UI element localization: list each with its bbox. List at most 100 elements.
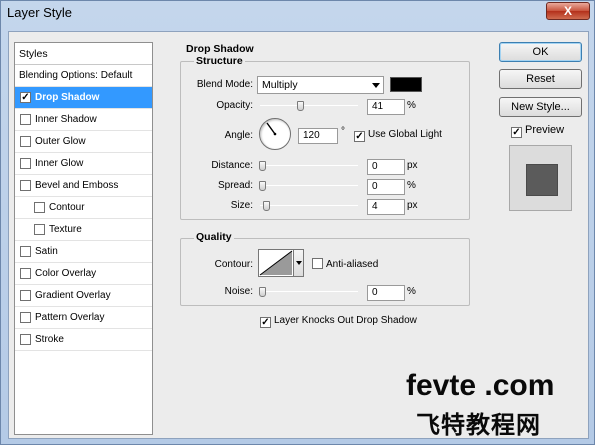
preview-check[interactable]: ✓ <box>511 127 522 138</box>
reset-button[interactable]: Reset <box>499 69 582 89</box>
styles-items: Blending Options: Default ✓ Drop Shadow Inn… <box>15 65 152 351</box>
style-item[interactable]: Color Overlay <box>15 263 152 285</box>
style-item-label: Satin <box>35 246 58 257</box>
global-light-checkbox[interactable]: ✓ Use Global Light <box>354 129 442 142</box>
style-checkbox[interactable] <box>20 290 31 301</box>
spread-slider-thumb[interactable] <box>259 181 266 191</box>
watermark-logo: fevte .com <box>406 369 555 402</box>
watermark-text: 飞特教程网 <box>416 412 541 439</box>
shadow-color-swatch[interactable] <box>390 77 422 92</box>
style-item-label: Inner Shadow <box>35 114 97 125</box>
distance-slider-track[interactable] <box>260 165 358 166</box>
close-button[interactable]: X <box>546 2 590 20</box>
global-light-check[interactable]: ✓ <box>354 131 365 142</box>
preview-square <box>526 164 558 196</box>
style-item[interactable]: Inner Shadow <box>15 109 152 131</box>
size-unit: px <box>407 200 418 211</box>
window-title: Layer Style <box>7 5 73 20</box>
style-item[interactable]: Pattern Overlay <box>15 307 152 329</box>
style-item[interactable]: Blending Options: Default <box>15 65 152 87</box>
style-checkbox[interactable]: ✓ <box>20 92 31 103</box>
style-checkbox[interactable] <box>34 202 45 213</box>
style-item[interactable]: Stroke <box>15 329 152 351</box>
style-item-label: Bevel and Emboss <box>35 180 119 191</box>
style-item[interactable]: Gradient Overlay <box>15 285 152 307</box>
contour-curve-icon <box>259 250 293 276</box>
style-item-label: Inner Glow <box>35 158 84 169</box>
preview-label: Preview <box>525 124 565 136</box>
knockout-checkbox[interactable]: ✓ Layer Knocks Out Drop Shadow <box>260 315 417 328</box>
style-checkbox[interactable] <box>20 334 31 345</box>
spread-slider-track[interactable] <box>260 185 358 186</box>
style-item-label: Contour <box>49 202 85 213</box>
angle-needle-icon <box>266 122 277 136</box>
contour-picker[interactable] <box>258 249 294 277</box>
style-item[interactable]: Outer Glow <box>15 131 152 153</box>
chevron-down-icon <box>372 83 380 88</box>
blend-mode-value: Multiply <box>262 79 298 91</box>
preview-checkbox[interactable]: ✓ Preview <box>511 124 564 138</box>
style-item-label: Stroke <box>35 334 64 345</box>
style-item-label: Color Overlay <box>35 268 97 279</box>
noise-input[interactable]: 0 <box>367 285 405 301</box>
spread-input[interactable]: 0 <box>367 179 405 195</box>
styles-list: Styles Blending Options: Default ✓ Drop Sh… <box>14 42 153 435</box>
style-checkbox[interactable] <box>34 224 45 235</box>
noise-slider-track[interactable] <box>260 291 358 292</box>
anti-aliased-label: Anti-aliased <box>326 259 379 270</box>
preview-thumbnail <box>509 145 572 211</box>
spread-label: Spread: <box>217 180 253 191</box>
quality-label: Quality <box>194 231 234 243</box>
opacity-label: Opacity: <box>216 100 253 111</box>
distance-label: Distance: <box>211 160 253 171</box>
blend-mode-label: Blend Mode: <box>196 79 253 90</box>
style-checkbox[interactable] <box>20 268 31 279</box>
global-light-label: Use Global Light <box>368 129 442 140</box>
new-style-button[interactable]: New Style... <box>499 97 582 117</box>
style-item[interactable]: ✓ Drop Shadow <box>15 87 152 109</box>
style-checkbox[interactable] <box>20 114 31 125</box>
blend-mode-select[interactable]: Multiply <box>257 76 384 94</box>
opacity-slider-track[interactable] <box>260 105 358 106</box>
style-item[interactable]: Satin <box>15 241 152 263</box>
opacity-input[interactable]: 41 <box>367 99 405 115</box>
structure-label: Structure <box>194 55 245 67</box>
anti-aliased-checkbox[interactable]: Anti-aliased <box>312 258 378 270</box>
layer-style-window: Layer Style X Styles Blending Options: D… <box>0 0 595 445</box>
contour-label: Contour: <box>214 259 253 270</box>
distance-slider-thumb[interactable] <box>259 161 266 171</box>
spread-unit: % <box>407 180 416 191</box>
chevron-down-icon <box>296 261 302 265</box>
title-bar[interactable]: Layer Style X <box>1 1 594 27</box>
knockout-check[interactable]: ✓ <box>260 317 271 328</box>
style-checkbox[interactable] <box>20 158 31 169</box>
contour-dropdown[interactable] <box>294 249 304 277</box>
noise-slider-thumb[interactable] <box>259 287 266 297</box>
style-item[interactable]: Contour <box>15 197 152 219</box>
style-checkbox[interactable] <box>20 246 31 257</box>
style-checkbox[interactable] <box>20 312 31 323</box>
style-item[interactable]: Bevel and Emboss <box>15 175 152 197</box>
style-item[interactable]: Inner Glow <box>15 153 152 175</box>
angle-label: Angle: <box>224 130 253 141</box>
style-item[interactable]: Texture <box>15 219 152 241</box>
size-slider-track[interactable] <box>260 205 358 206</box>
size-input[interactable]: 4 <box>367 199 405 215</box>
distance-unit: px <box>407 160 418 171</box>
opacity-slider-thumb[interactable] <box>297 101 304 111</box>
ok-button[interactable]: OK <box>499 42 582 62</box>
panel-title: Drop Shadow <box>186 43 254 55</box>
knockout-label: Layer Knocks Out Drop Shadow <box>274 315 417 326</box>
styles-header[interactable]: Styles <box>15 43 152 65</box>
angle-unit: ° <box>341 126 345 137</box>
distance-input[interactable]: 0 <box>367 159 405 175</box>
style-item-label: Outer Glow <box>35 136 86 147</box>
anti-aliased-check[interactable] <box>312 258 323 269</box>
style-checkbox[interactable] <box>20 180 31 191</box>
angle-input[interactable]: 120 <box>298 128 338 144</box>
angle-dial[interactable] <box>259 118 291 150</box>
size-slider-thumb[interactable] <box>263 201 270 211</box>
noise-label: Noise: <box>224 286 253 297</box>
style-checkbox[interactable] <box>20 136 31 147</box>
opacity-unit: % <box>407 100 416 111</box>
